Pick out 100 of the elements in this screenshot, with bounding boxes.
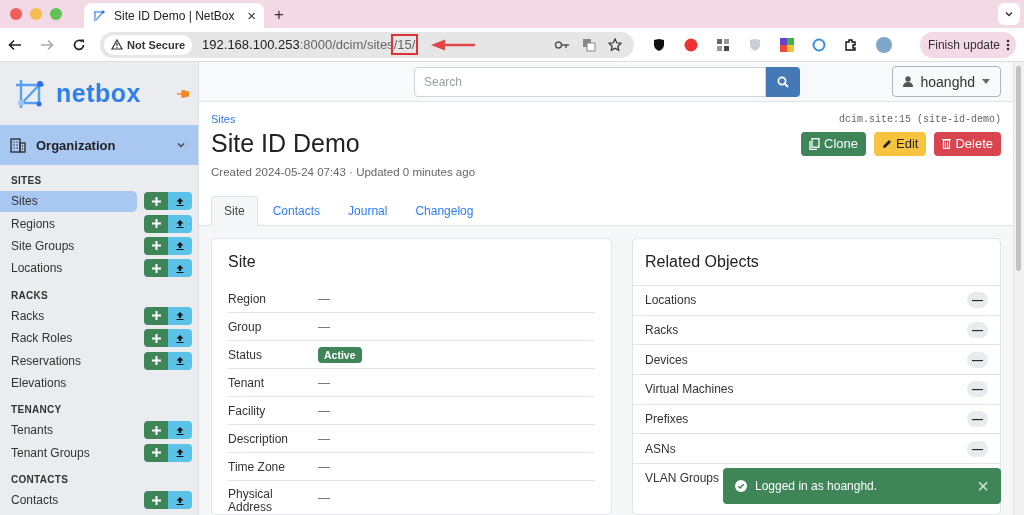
tab[interactable]: Changelog <box>402 196 487 226</box>
sidebar-item[interactable]: Locations <box>0 257 137 279</box>
scrollbar[interactable] <box>1013 62 1024 515</box>
sidebar-item[interactable]: Sites <box>0 190 137 212</box>
upload-icon <box>176 311 184 321</box>
tab-list-button[interactable] <box>998 3 1020 25</box>
count-badge: — <box>967 292 988 309</box>
import-button[interactable] <box>168 306 192 325</box>
chevron-icon <box>176 140 186 150</box>
section-heading: RACKS <box>10 288 50 303</box>
sidebar-item[interactable]: Elevations <box>0 372 185 394</box>
related-object-link[interactable]: Devices <box>645 352 688 367</box>
forward-arrow-icon <box>40 37 54 52</box>
netbox-logo-icon <box>92 8 106 23</box>
add-button[interactable] <box>144 259 168 278</box>
menu-group-header[interactable]: Organization <box>0 125 198 165</box>
reload-icon <box>72 37 86 52</box>
finish-update-button[interactable]: Finish update <box>919 31 1016 58</box>
field-value: — <box>318 319 330 334</box>
add-button[interactable] <box>144 214 168 233</box>
related-object-link[interactable]: Racks <box>645 323 679 338</box>
pin-icon <box>176 89 189 98</box>
import-button[interactable] <box>168 236 192 255</box>
upload-icon <box>176 263 184 273</box>
related-object-link[interactable]: Prefixes <box>645 412 689 427</box>
sidebar-item[interactable]: Racks <box>0 305 137 327</box>
related-object-link[interactable]: VLAN Groups <box>645 471 720 486</box>
import-button[interactable] <box>168 421 192 440</box>
new-tab-button[interactable]: + <box>274 5 284 25</box>
sidebar-item[interactable]: Contacts <box>0 489 137 511</box>
upload-icon <box>176 219 184 229</box>
sidebar-item[interactable]: Regions <box>0 213 137 235</box>
close-button[interactable]: × <box>977 476 989 496</box>
shield-icon <box>651 37 666 52</box>
search-button[interactable] <box>766 66 800 97</box>
trash-icon <box>942 138 952 149</box>
field-value: — <box>318 291 330 306</box>
import-button[interactable] <box>168 259 192 278</box>
plus-icon <box>151 196 161 206</box>
add-button[interactable] <box>144 329 168 348</box>
breadcrumb-link[interactable]: Sites <box>211 113 236 125</box>
edit-button[interactable]: Edit <box>874 131 927 156</box>
sidebar-item[interactable]: Tenant Groups <box>0 442 137 464</box>
add-button[interactable] <box>144 491 168 510</box>
sidebar-item[interactable]: Rack Roles <box>0 327 137 349</box>
tab[interactable]: Contacts <box>259 196 334 226</box>
more-icon <box>1006 38 1010 51</box>
sidebar-item[interactable]: Tenants <box>0 419 137 441</box>
clone-button[interactable]: Clone <box>801 131 866 156</box>
window-control-button[interactable] <box>10 8 22 20</box>
browser-tab[interactable]: Site ID Demo | NetBox × <box>84 3 264 28</box>
field-label: Description <box>228 431 290 446</box>
security-chip[interactable]: Not Secure <box>104 34 193 55</box>
field-label: Region <box>228 291 268 306</box>
stop-sign-icon <box>683 37 698 52</box>
upload-icon <box>176 196 184 206</box>
delete-button[interactable]: Delete <box>934 131 1001 156</box>
user-menu-button[interactable]: hoanghd <box>892 66 1001 97</box>
related-object-link[interactable]: ASNs <box>645 441 676 456</box>
field-label: Facility <box>228 403 267 418</box>
count-badge: — <box>967 381 988 398</box>
upload-icon <box>176 356 184 366</box>
color-tiles-icon <box>779 37 794 52</box>
field-label: Status <box>228 347 264 362</box>
field-label: Time Zone <box>228 459 286 474</box>
add-button[interactable] <box>144 421 168 440</box>
avatar-icon <box>875 36 892 53</box>
related-object-link[interactable]: Locations <box>645 293 697 308</box>
sidebar-item[interactable]: Reservations <box>0 350 137 372</box>
tab[interactable]: Site <box>211 196 258 226</box>
close-icon[interactable]: × <box>247 7 256 24</box>
object-identifier: dcim.site:15 (site-id-demo) <box>838 113 1001 125</box>
upload-icon <box>176 495 184 505</box>
add-button[interactable] <box>144 443 168 462</box>
add-button[interactable] <box>144 192 168 211</box>
star-icon <box>607 37 622 52</box>
import-button[interactable] <box>168 443 192 462</box>
warning-icon <box>111 39 123 50</box>
page-title: Site ID Demo <box>211 129 360 158</box>
import-button[interactable] <box>168 192 192 211</box>
tab[interactable]: Journal <box>335 196 401 226</box>
upload-icon <box>176 448 184 458</box>
import-button[interactable] <box>168 491 192 510</box>
import-button[interactable] <box>168 329 192 348</box>
related-object-link[interactable]: Virtual Machines <box>645 382 734 397</box>
add-button[interactable] <box>144 236 168 255</box>
import-button[interactable] <box>168 351 192 370</box>
count-badge: — <box>967 351 988 368</box>
sidebar-item[interactable]: Site Groups <box>0 235 137 257</box>
grid-icon <box>715 37 730 52</box>
add-button[interactable] <box>144 306 168 325</box>
plus-icon <box>151 448 161 458</box>
add-button[interactable] <box>144 351 168 370</box>
upload-icon <box>176 425 184 435</box>
field-value: — <box>318 375 330 390</box>
search-field[interactable]: Search <box>414 66 766 97</box>
caret-icon <box>982 79 990 84</box>
annotation-arrow <box>431 38 478 51</box>
import-button[interactable] <box>168 214 192 233</box>
ring-icon <box>811 37 826 52</box>
